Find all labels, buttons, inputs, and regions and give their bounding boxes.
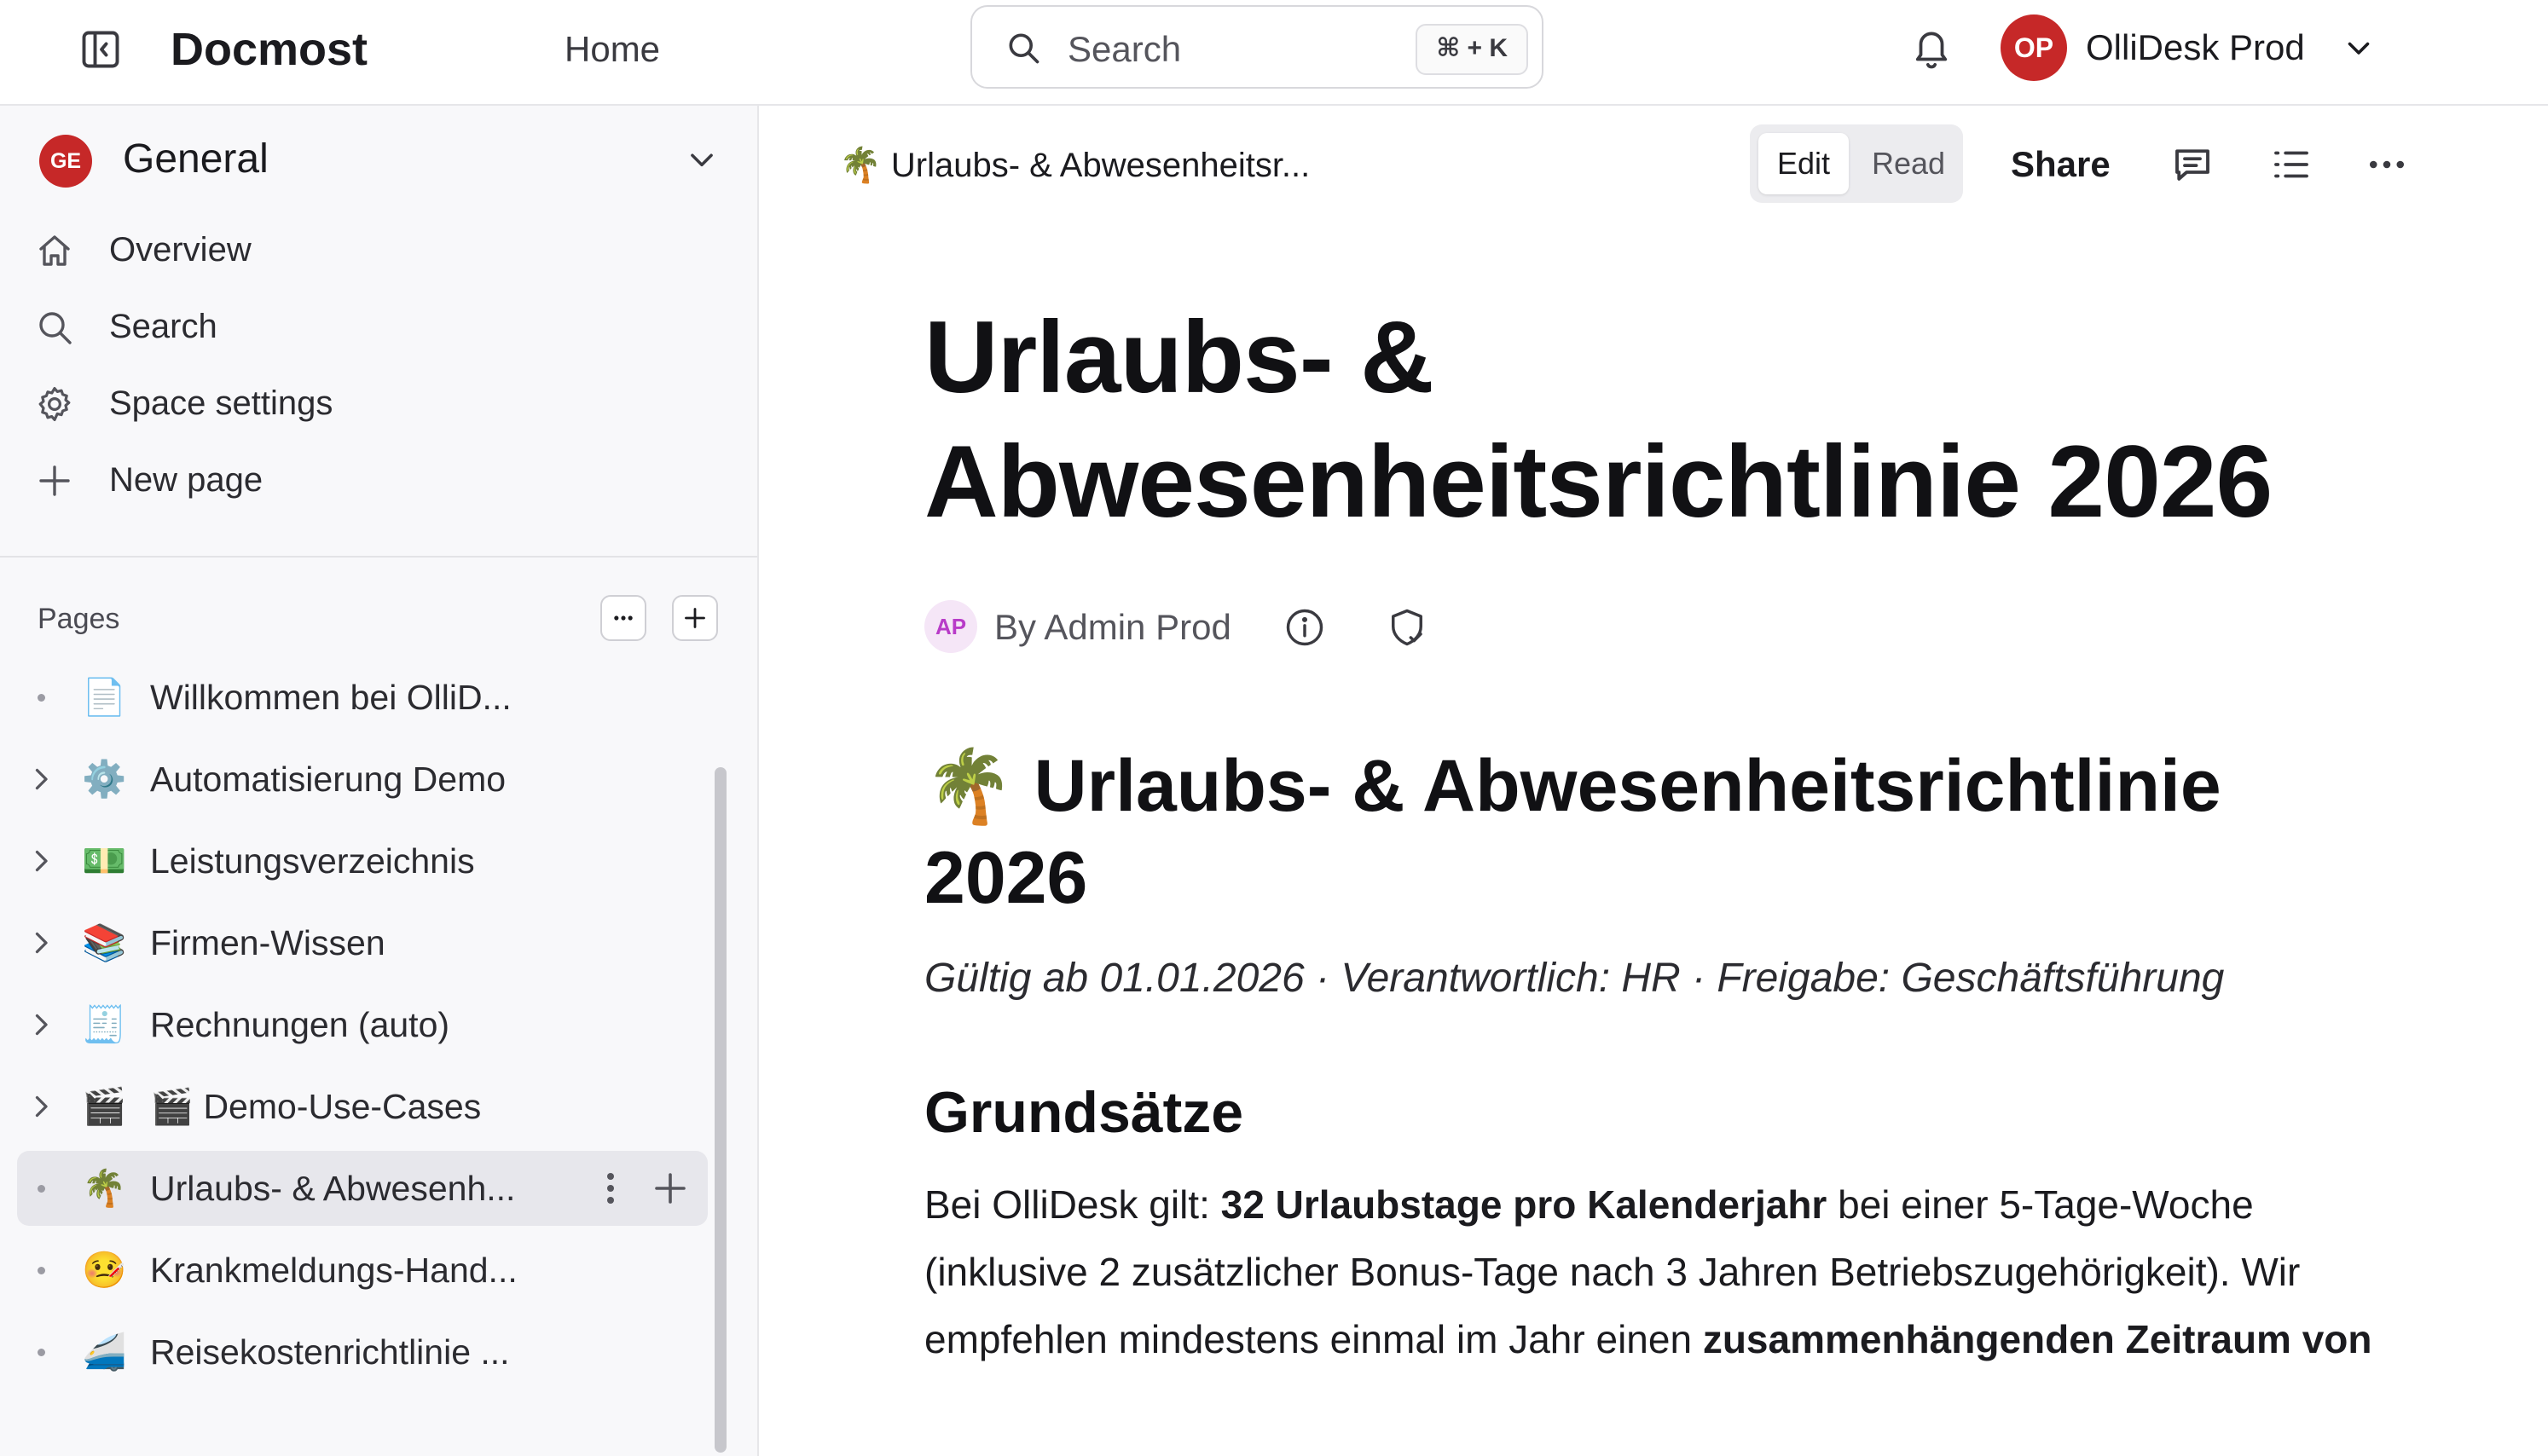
- sidebar-item-label: New page: [109, 461, 263, 499]
- bullet-dot: [38, 1349, 45, 1356]
- breadcrumb[interactable]: 🌴 Urlaubs- & Abwesenheitsr...: [839, 142, 1310, 189]
- page-emoji: 🤒: [82, 1250, 127, 1290]
- heading-text: Urlaubs- & Abwesenheitsrichtlinie 2026: [924, 745, 2221, 919]
- more-horizontal-icon[interactable]: [2364, 142, 2410, 188]
- page-tree-label: 🎬 Demo-Use-Cases: [150, 1087, 482, 1126]
- sidebar-scrollbar[interactable]: [715, 767, 727, 1453]
- sidebar-item-overview[interactable]: Overview: [0, 217, 757, 285]
- pages-section-label: Pages: [38, 603, 120, 635]
- space-avatar: GE: [39, 135, 92, 188]
- space-name: General: [123, 136, 269, 182]
- chevron-right-icon[interactable]: [26, 764, 56, 794]
- top-header: Docmost Home Search ⌘ + K OP OlliDesk Pr…: [0, 0, 2548, 106]
- document-paragraph[interactable]: Bei OlliDesk gilt: 32 Urlaubstage pro Ka…: [924, 1171, 2391, 1373]
- table-of-contents-icon[interactable]: [2268, 142, 2314, 188]
- pages-more-button[interactable]: [600, 595, 646, 641]
- chevron-down-icon[interactable]: [686, 143, 718, 176]
- workspace-avatar[interactable]: OP: [2001, 14, 2067, 81]
- search-bar[interactable]: Search ⌘ + K: [970, 5, 1543, 89]
- comments-icon[interactable]: [2169, 142, 2215, 188]
- page-tree-item[interactable]: 🧾 Rechnungen (auto): [17, 987, 708, 1062]
- edit-read-toggle[interactable]: Edit Read: [1750, 124, 1963, 203]
- notifications-bell-icon[interactable]: [1910, 24, 1953, 72]
- page-emoji: ⚙️: [82, 759, 127, 799]
- more-vertical-icon[interactable]: [590, 1168, 631, 1209]
- sidebar-item-label: Search: [109, 308, 217, 345]
- page-emoji: 🚄: [82, 1332, 127, 1372]
- add-page-button[interactable]: [672, 595, 718, 641]
- plus-icon: [685, 608, 705, 628]
- page-tree-label: Krankmeldungs-Hand...: [150, 1251, 518, 1290]
- page-tree-item[interactable]: ⚙️ Automatisierung Demo: [17, 742, 708, 817]
- sidebar-toggle-icon[interactable]: [78, 27, 123, 72]
- page-tree-item[interactable]: 📄 Willkommen bei OlliD...: [17, 660, 708, 735]
- bullet-dot: [38, 694, 45, 702]
- search-icon: [34, 307, 75, 348]
- chevron-right-icon[interactable]: [26, 1091, 56, 1122]
- page-tree-item-active[interactable]: 🌴 Urlaubs- & Abwesenh...: [17, 1151, 708, 1226]
- sidebar-item-space-settings[interactable]: Space settings: [0, 370, 757, 438]
- document-heading-2[interactable]: Grundsätze: [924, 1076, 1243, 1149]
- gear-icon: [34, 384, 75, 425]
- page-tree-label: Urlaubs- & Abwesenh...: [150, 1169, 516, 1208]
- edit-mode-button[interactable]: Edit: [1758, 133, 1849, 194]
- plus-icon[interactable]: [650, 1168, 691, 1209]
- page-tree-item[interactable]: 💵 Leistungsverzeichnis: [17, 823, 708, 898]
- page-tree-item[interactable]: 🚄 Reisekostenrichtlinie ...: [17, 1314, 708, 1390]
- page-tree-label: Rechnungen (auto): [150, 1005, 450, 1044]
- heading-emoji: 🌴: [924, 746, 1014, 826]
- page-emoji: 🧾: [82, 1004, 127, 1044]
- page-tree-item[interactable]: 📚 Firmen-Wissen: [17, 905, 708, 980]
- page-emoji: 🌴: [82, 1168, 127, 1208]
- author-byline: By Admin Prod: [994, 607, 1231, 647]
- more-horizontal-icon: [614, 615, 633, 621]
- paragraph-bold-text: zusammenhängenden Zeitraum von: [1702, 1317, 2372, 1361]
- read-mode-button[interactable]: Read: [1864, 133, 1953, 194]
- share-button[interactable]: Share: [2011, 140, 2111, 189]
- page-tree-item[interactable]: 🤒 Krankmeldungs-Hand...: [17, 1233, 708, 1308]
- page-tree-label: Firmen-Wissen: [150, 923, 385, 962]
- search-icon: [1005, 29, 1042, 66]
- document-meta-line[interactable]: Gültig ab 01.01.2026 · Verantwortlich: H…: [924, 951, 2459, 1006]
- search-shortcut-badge: ⌘ + K: [1416, 24, 1528, 75]
- chevron-right-icon[interactable]: [26, 846, 56, 876]
- info-icon[interactable]: [1283, 605, 1327, 650]
- sidebar-divider: [0, 556, 757, 558]
- page-title[interactable]: Urlaubs- & Abwesenheitsrichtlinie 2026: [924, 295, 2391, 544]
- page-tree-label: Leistungsverzeichnis: [150, 841, 475, 881]
- shield-check-icon[interactable]: [1385, 605, 1429, 650]
- page-tree-label: Willkommen bei OlliD...: [150, 678, 512, 717]
- chevron-right-icon[interactable]: [26, 1009, 56, 1040]
- sidebar-item-label: Space settings: [109, 384, 333, 422]
- chevron-right-icon[interactable]: [26, 927, 56, 958]
- sidebar-item-search[interactable]: Search: [0, 293, 757, 361]
- page-tree-label: Reisekostenrichtlinie ...: [150, 1332, 510, 1372]
- workspace-name[interactable]: OlliDesk Prod: [2086, 24, 2305, 72]
- sidebar-item-label: Overview: [109, 231, 252, 269]
- document-heading-1[interactable]: 🌴 Urlaubs- & Abwesenheitsrichtlinie 2026: [924, 740, 2391, 924]
- chevron-down-icon[interactable]: [2343, 32, 2374, 63]
- page-emoji: 💵: [82, 841, 127, 881]
- app-logo-text[interactable]: Docmost: [171, 20, 368, 78]
- page-emoji: 🎬: [82, 1086, 127, 1126]
- page-tree-item[interactable]: 🎬 🎬 Demo-Use-Cases: [17, 1069, 708, 1144]
- home-icon: [34, 230, 75, 271]
- page-emoji: 📚: [82, 922, 127, 962]
- search-placeholder: Search: [1068, 29, 1182, 69]
- page-emoji: 📄: [82, 677, 127, 717]
- sidebar-item-new-page[interactable]: New page: [0, 447, 757, 515]
- paragraph-text: Bei OlliDesk gilt:: [924, 1182, 1221, 1227]
- space-switcher[interactable]: GE General: [0, 106, 757, 217]
- author-avatar: AP: [924, 600, 977, 653]
- paragraph-bold-text: 32 Urlaubstage pro Kalenderjahr: [1220, 1182, 1827, 1227]
- page-tree-label: Automatisierung Demo: [150, 760, 507, 799]
- home-link[interactable]: Home: [565, 26, 660, 73]
- bullet-dot: [38, 1185, 45, 1193]
- sidebar: GE General Overview Search Space setting…: [0, 106, 759, 1456]
- bullet-dot: [38, 1267, 45, 1274]
- plus-icon: [34, 460, 75, 501]
